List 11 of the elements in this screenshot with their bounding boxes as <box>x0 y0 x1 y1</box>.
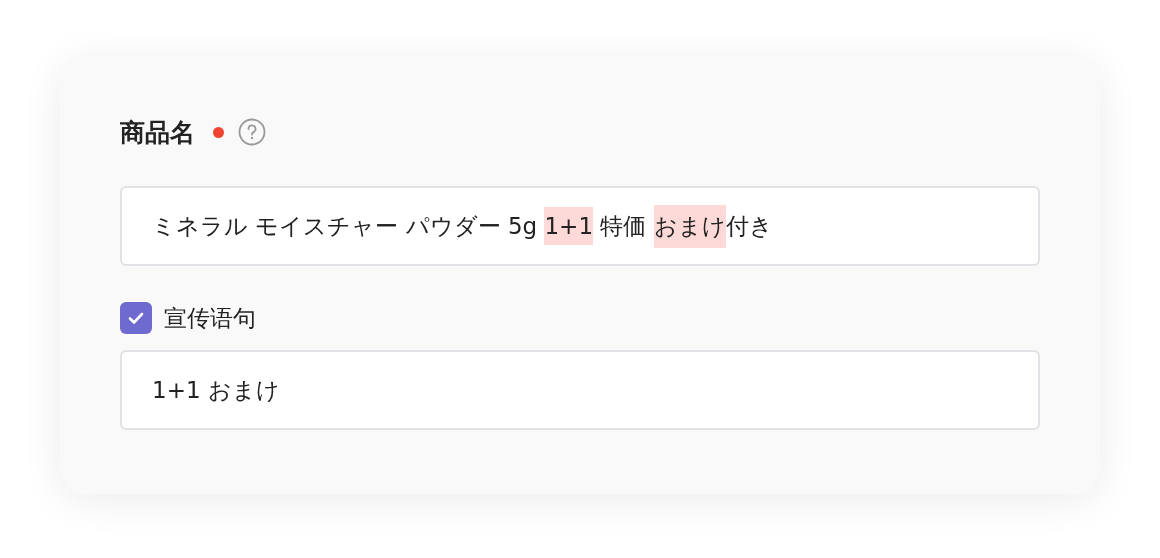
highlighted-text: 1+1 <box>544 207 594 245</box>
help-icon[interactable] <box>238 118 266 146</box>
product-name-field[interactable]: ミネラル モイスチャー パウダー 5g 1+1 特価 おまけ付き <box>120 186 1040 266</box>
checkbox[interactable] <box>120 302 152 334</box>
highlighted-text: おまけ <box>653 204 726 248</box>
field-label: 商品名 <box>120 116 195 149</box>
plain-text: 特価 <box>599 211 648 241</box>
plain-text: 付き <box>725 211 773 241</box>
checkbox-label: 宣传语句 <box>164 303 256 333</box>
plain-text: ミネラル モイスチャー パウダー 5g <box>152 211 539 241</box>
tagline-field[interactable]: 1+1 おまけ <box>120 350 1040 430</box>
